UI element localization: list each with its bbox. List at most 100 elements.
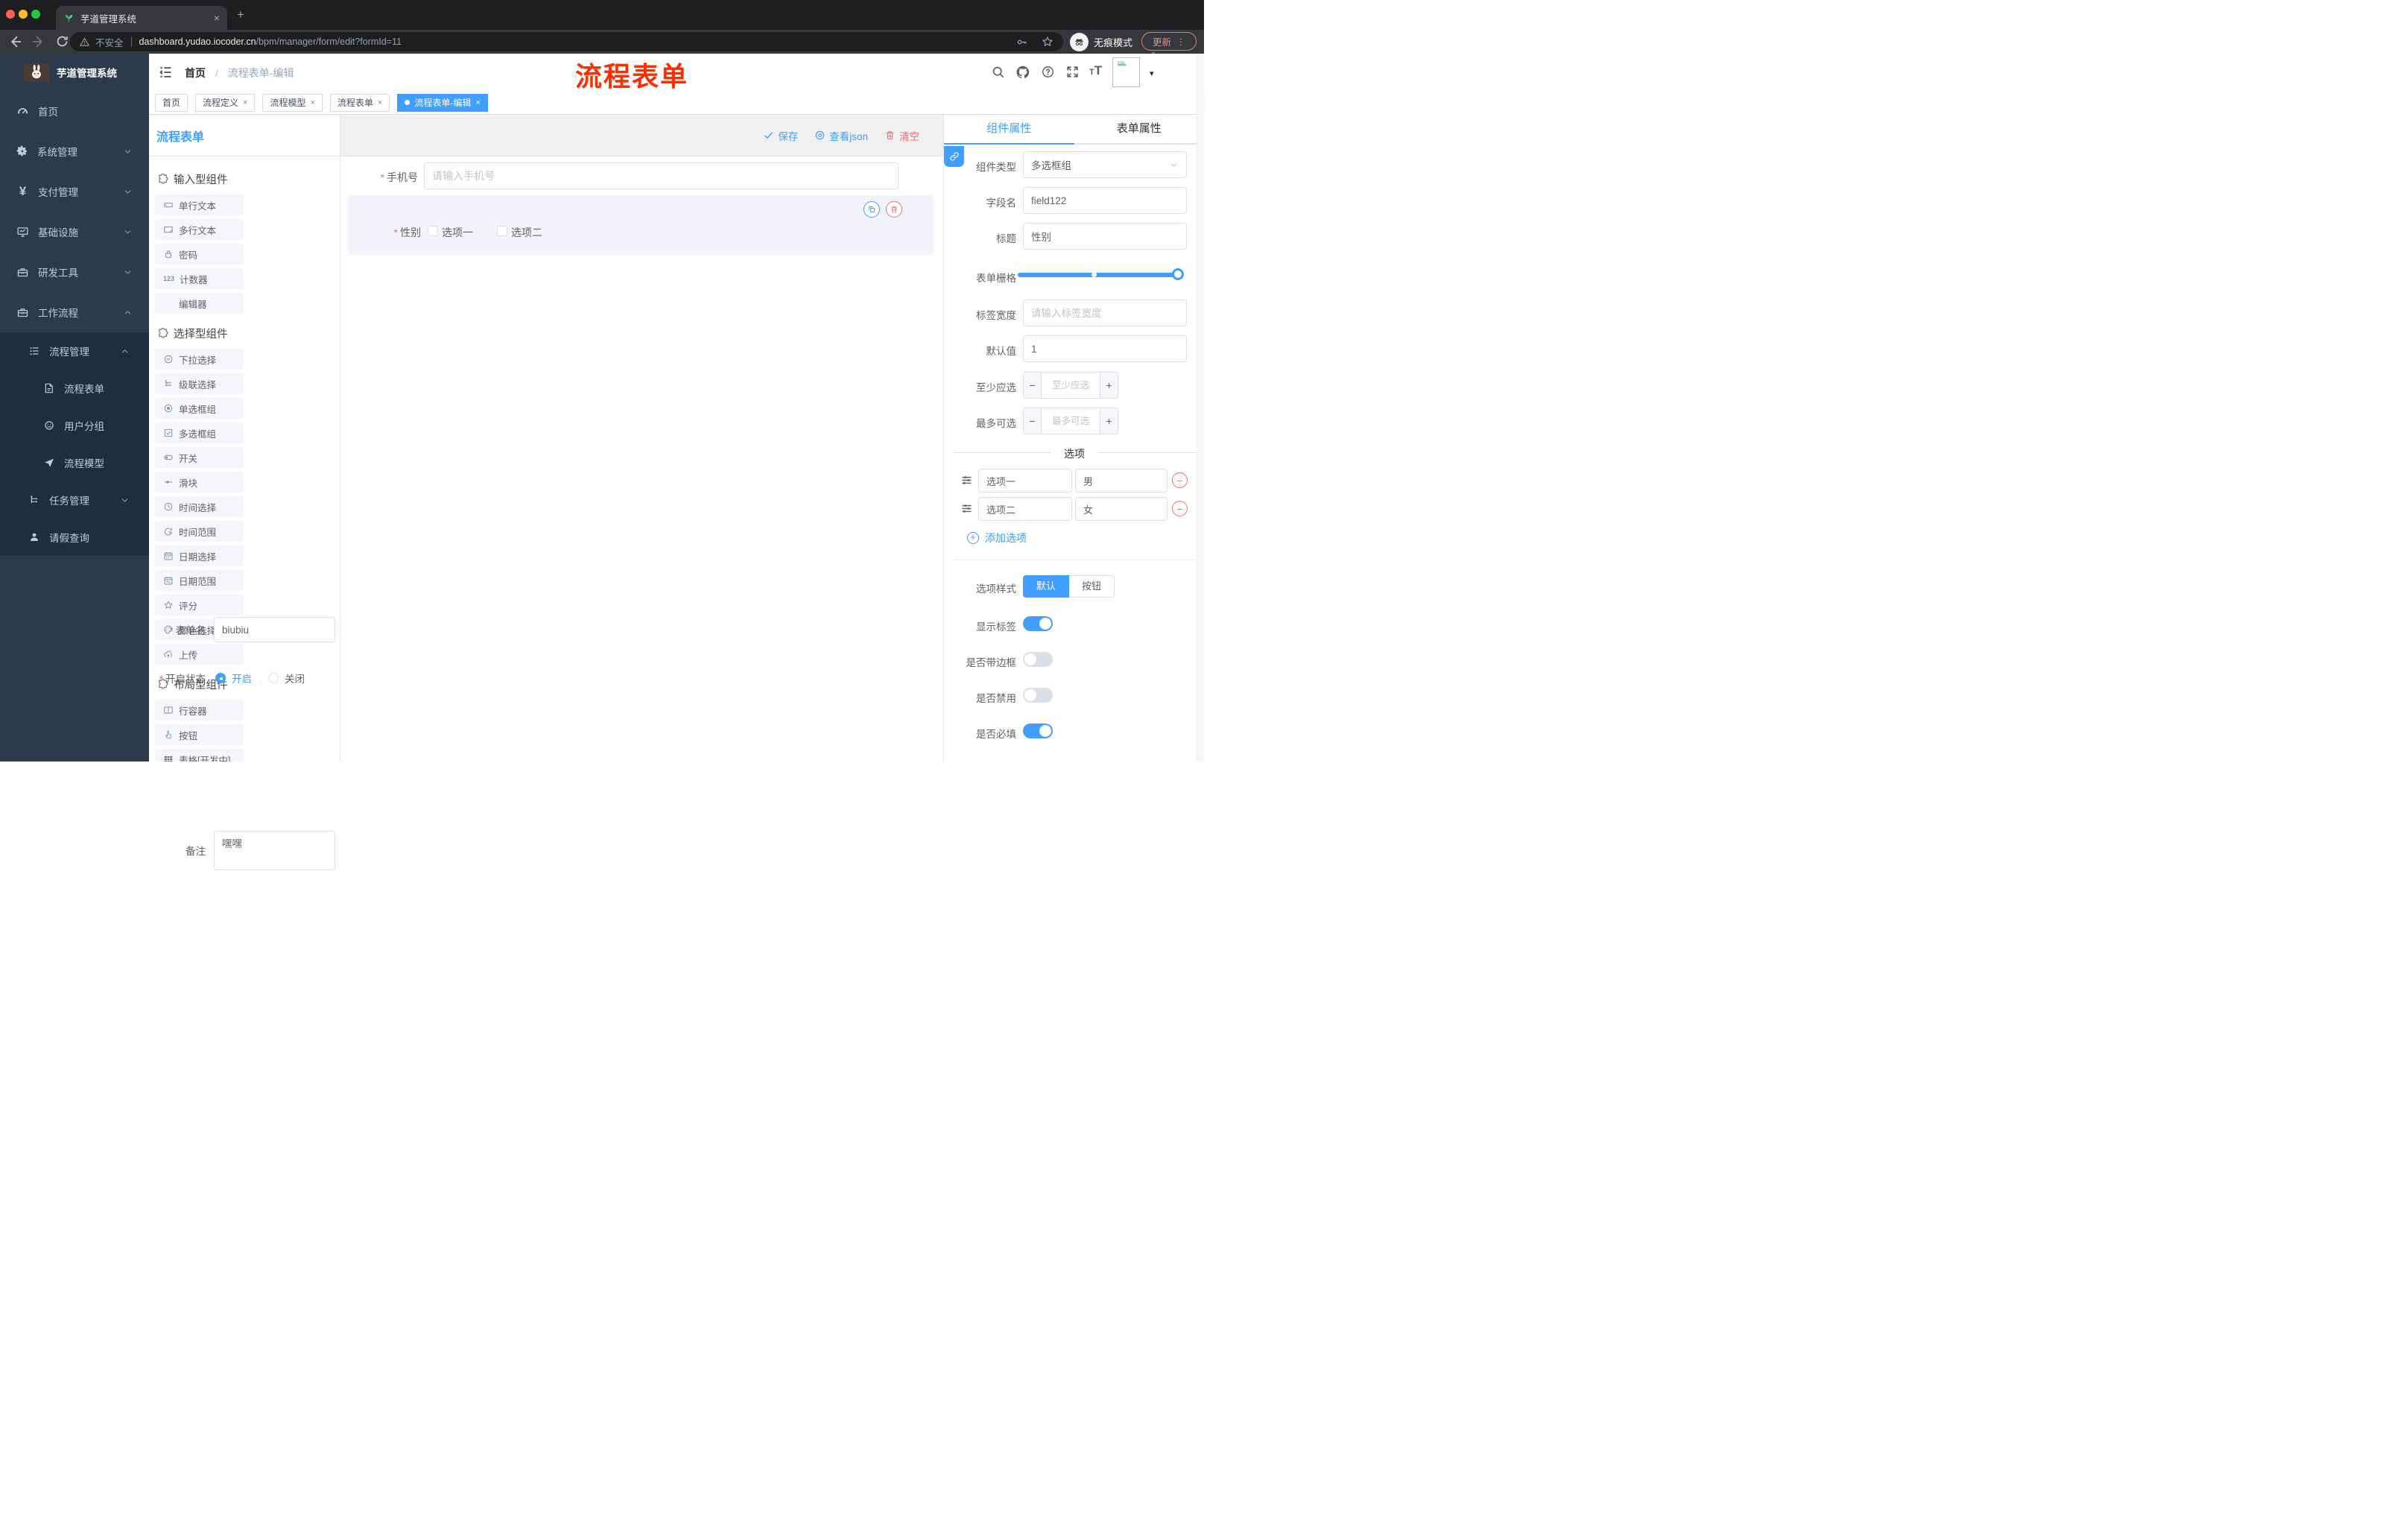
sidebar-item-process-form[interactable]: 流程表单	[0, 370, 149, 407]
component-password[interactable]: 密码	[155, 244, 244, 265]
remove-option-button[interactable]: −	[1172, 472, 1188, 488]
component-date-picker[interactable]: 日期选择	[155, 545, 244, 566]
slider-handle[interactable]	[1172, 268, 1184, 280]
component-radio-group[interactable]: 单选框组	[155, 398, 244, 419]
tag-home[interactable]: 首页	[155, 93, 188, 112]
status-radio-off[interactable]	[268, 673, 279, 683]
tag-process-model[interactable]: 流程模型 ×	[262, 93, 323, 112]
tag-process-definition[interactable]: 流程定义 ×	[195, 93, 256, 112]
browser-tab[interactable]: 芋道管理系统 ×	[56, 6, 227, 30]
view-json-button[interactable]: 查看json	[814, 128, 868, 143]
sidebar-item-task-mgmt[interactable]: 任务管理	[0, 481, 149, 519]
tag-close-icon[interactable]: ×	[475, 98, 480, 107]
github-icon[interactable]	[1016, 65, 1030, 80]
save-button[interactable]: 保存	[763, 128, 798, 143]
drag-handle-icon[interactable]	[960, 502, 973, 515]
question-icon[interactable]	[1041, 65, 1055, 79]
page-scrollbar[interactable]	[1197, 54, 1204, 762]
component-upload[interactable]: 上传	[155, 644, 244, 665]
address-bar[interactable]: 不安全 dashboard.yudao.iocoder.cn/bpm/manag…	[70, 32, 1063, 51]
back-icon[interactable]	[7, 34, 22, 49]
traffic-minimize-button[interactable]	[19, 10, 28, 19]
min-select-input[interactable]	[1042, 373, 1100, 398]
style-button-button[interactable]: 按钮	[1069, 575, 1115, 598]
stepper-plus-button[interactable]: +	[1100, 408, 1118, 434]
option-label-input[interactable]	[978, 497, 1072, 521]
tag-process-form-edit[interactable]: 流程表单-编辑 ×	[397, 93, 488, 112]
title-input[interactable]	[1023, 223, 1187, 250]
sidebar-item-process-model[interactable]: 流程模型	[0, 444, 149, 481]
component-select[interactable]: 下拉选择	[155, 349, 244, 370]
browser-menu-dots-icon[interactable]: ⋮	[1176, 37, 1185, 47]
show-label-toggle[interactable]	[1023, 616, 1053, 631]
avatar-caret-icon[interactable]: ▾	[1150, 69, 1154, 78]
user-avatar[interactable]	[1112, 57, 1140, 87]
component-time-range[interactable]: 时间范围	[155, 521, 244, 542]
duplicate-field-button[interactable]	[864, 201, 880, 218]
sidebar-item-home[interactable]: 首页	[0, 91, 149, 131]
sidebar-item-devtools[interactable]: 研发工具	[0, 252, 149, 292]
sidebar-item-infra[interactable]: 基础设施	[0, 212, 149, 252]
component-rate[interactable]: 评分	[155, 595, 244, 615]
component-button[interactable]: 按钮	[155, 724, 244, 745]
form-canvas[interactable]: *手机号 *性别 选项一 选项二	[340, 156, 943, 762]
tag-close-icon[interactable]: ×	[378, 98, 382, 107]
breadcrumb-home[interactable]: 首页	[185, 67, 206, 79]
default-value-input[interactable]	[1023, 335, 1187, 362]
component-switch[interactable]: 开关	[155, 447, 244, 468]
style-default-button[interactable]: 默认	[1023, 575, 1070, 598]
form-grid-slider[interactable]	[1018, 268, 1184, 280]
disabled-toggle[interactable]	[1023, 688, 1053, 703]
sidebar-item-user-group[interactable]: 用户分组	[0, 407, 149, 444]
tab-component-props[interactable]: 组件属性	[944, 115, 1074, 143]
fullscreen-icon[interactable]	[1065, 65, 1080, 79]
component-row-container[interactable]: 行容器	[155, 700, 244, 721]
selected-gender-field[interactable]: * 性别 选项一 选项二	[348, 195, 934, 255]
form-name-input[interactable]	[214, 617, 335, 642]
component-date-range[interactable]: 日期范围	[155, 570, 244, 591]
add-option-button[interactable]: + 添加选项	[967, 531, 1027, 545]
drag-handle-icon[interactable]	[960, 474, 973, 487]
password-key-icon[interactable]	[1016, 36, 1028, 48]
tab-form-props[interactable]: 表单属性	[1074, 115, 1205, 143]
component-cascader[interactable]: 级联选择	[155, 373, 244, 394]
component-single-text[interactable]: 单行文本	[155, 194, 244, 215]
clear-button[interactable]: 清空	[884, 128, 919, 143]
component-time-picker[interactable]: 时间选择	[155, 496, 244, 517]
gender-checkbox-2[interactable]	[497, 226, 507, 236]
reload-icon[interactable]	[55, 34, 69, 48]
label-width-input[interactable]	[1023, 300, 1187, 326]
remove-option-button[interactable]: −	[1172, 501, 1188, 516]
status-radio-on[interactable]	[215, 673, 226, 683]
sidebar-item-payment[interactable]: ¥ 支付管理	[0, 171, 149, 212]
traffic-close-button[interactable]	[6, 10, 15, 19]
tag-close-icon[interactable]: ×	[243, 98, 247, 107]
max-select-input[interactable]	[1042, 408, 1100, 434]
stepper-minus-button[interactable]: −	[1024, 408, 1042, 434]
stepper-plus-button[interactable]: +	[1100, 373, 1118, 398]
border-toggle[interactable]	[1023, 652, 1053, 667]
component-counter[interactable]: 123 计数器	[155, 268, 244, 289]
component-type-select[interactable]: 多选框组	[1023, 151, 1187, 178]
font-size-icon[interactable]: TT	[1089, 63, 1102, 78]
status-on-label[interactable]: 开启	[232, 671, 252, 685]
remark-textarea[interactable]: 嘿嘿	[214, 831, 335, 870]
option-label-input[interactable]	[978, 469, 1072, 493]
stepper-minus-button[interactable]: −	[1024, 373, 1042, 398]
search-icon[interactable]	[991, 65, 1005, 79]
bookmark-star-icon[interactable]	[1041, 35, 1054, 48]
status-off-label[interactable]: 关闭	[285, 671, 305, 685]
phone-input[interactable]	[424, 162, 899, 189]
component-multi-text[interactable]: 多行文本	[155, 219, 244, 240]
field-name-input[interactable]	[1023, 187, 1187, 214]
sidebar-item-workflow[interactable]: 工作流程	[0, 292, 149, 332]
tag-process-form[interactable]: 流程表单 ×	[329, 93, 390, 112]
forward-icon[interactable]	[31, 34, 46, 49]
component-editor[interactable]: 编辑器	[155, 293, 244, 314]
component-table-dev[interactable]: 表格[开发中]	[155, 749, 244, 762]
component-checkbox-group[interactable]: 多选框组	[155, 422, 244, 443]
sidebar-item-leave-query[interactable]: 请假查询	[0, 519, 149, 556]
gender-option-2-label[interactable]: 选项二	[511, 225, 542, 240]
sidebar-item-system[interactable]: 系统管理	[0, 131, 149, 171]
sidebar-item-process-mgmt[interactable]: 流程管理	[0, 332, 149, 370]
